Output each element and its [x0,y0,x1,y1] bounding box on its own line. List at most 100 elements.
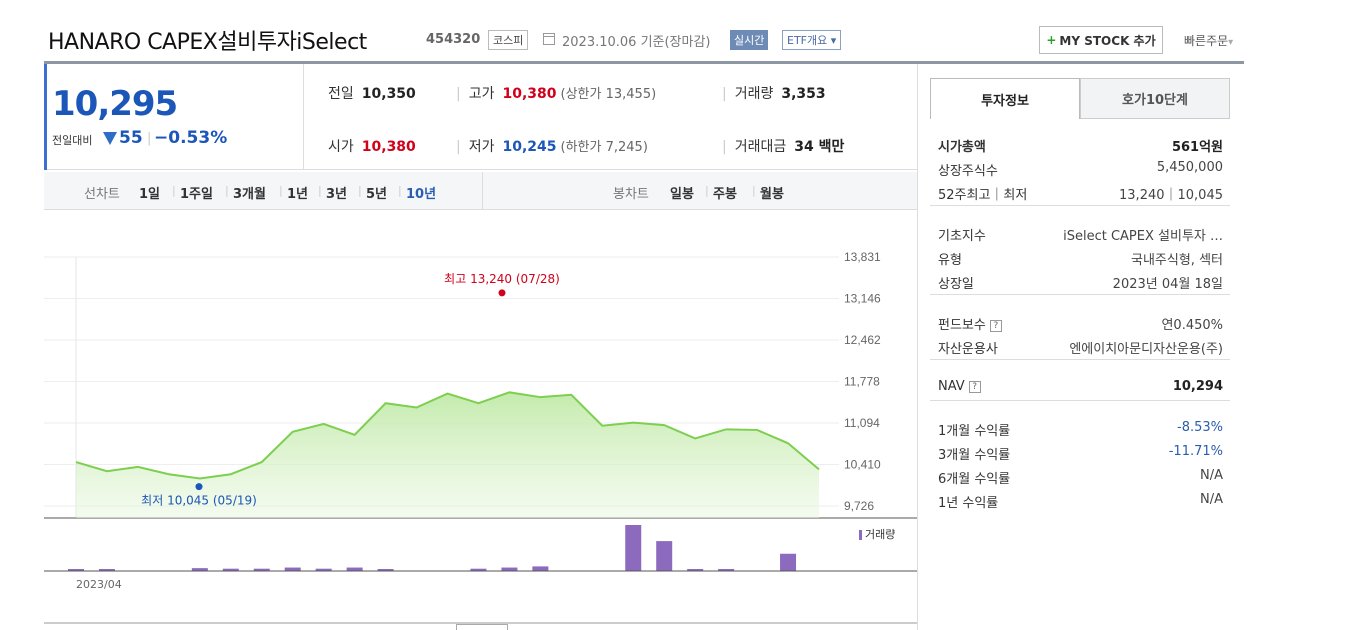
volume-bar [284,567,301,571]
info-row: 1년 수익률 N/A [938,492,1223,511]
etf-overview-button[interactable]: ETF개요 ▾ [782,30,842,50]
high-annotation: 최고 13,240 (07/28) [444,272,560,286]
info-row: 52주최고｜최저 13,240｜10,045 [938,184,1223,203]
price-stats: 전일 10,350 | 고가 10,380 (상한가 13,455) | 거래량 3,353… [304,64,917,170]
info-value: -11.71% [1168,444,1223,459]
add-mystock-button[interactable]: + MY STOCK 추가 [1039,26,1163,54]
price-summary: 10,295 전일대비 55 | −0.53% [44,64,304,170]
etf-code: 454320 [426,32,481,47]
info-label: 시가총액 [938,140,986,155]
period-separator: | [279,184,283,197]
section-divider [930,294,1230,295]
stat-prev-close: 전일 10,350 [328,83,416,103]
volume-bar [501,567,518,571]
tab-investment-info[interactable]: 투자정보 [930,78,1080,119]
stat-low: | 저가 10,245 (하한가 7,245) [456,139,648,155]
period-tab[interactable]: 3년 [326,183,347,202]
candle-period-tab[interactable]: 주봉 [713,183,737,202]
chevron-down-icon: ▾ [830,34,837,47]
info-row: 6개월 수익률 N/A [938,468,1223,487]
info-value: N/A [1200,492,1223,507]
stat-volume: | 거래량 3,353 [722,86,826,102]
stat-value: 10,350 [361,86,416,102]
info-label: 52주최고｜최저 [938,188,1028,203]
info-row: 3개월 수익률 -11.71% [938,444,1223,463]
info-label: 펀드보수? [938,314,1002,333]
info-label: 기초지수 [938,229,986,244]
volume-bar [625,525,642,571]
info-value: 2023년 04월 18일 [1112,277,1223,292]
period-separator: | [172,184,176,197]
x-axis-label: 2023/04 [76,578,122,591]
line-chart-label: 선차트 [84,187,120,202]
volume-bar [532,566,549,571]
tab-order-book[interactable]: 호가10단계 [1080,78,1230,119]
period-divider [482,172,483,210]
info-value: 13,240｜10,045 [1119,188,1223,203]
info-value: -8.53% [1177,420,1223,435]
candle-period-tab[interactable]: 일봉 [670,183,694,202]
section-divider [930,400,1230,401]
stat-trade-value: | 거래대금 34 백만 [722,139,845,155]
info-label: 6개월 수익률 [938,472,1011,487]
header: HANARO CAPEX설비투자iSelect 454320 코스피 2023.… [0,0,1346,62]
stat-open: 시가 10,380 [328,136,416,156]
period-tab[interactable]: 3개월 [233,183,266,202]
change-rate: −0.53% [154,128,228,148]
info-label: 자산운용사 [938,342,998,357]
info-row: 유형 국내주식형, 섹터 [938,249,1223,268]
calendar-icon [543,33,555,45]
down-arrow-icon [103,132,117,145]
info-label: 1년 수익률 [938,496,999,511]
info-label: 3개월 수익률 [938,448,1011,463]
volume-bar [656,541,673,571]
period-separator: | [398,184,402,197]
info-label: 유형 [938,253,962,268]
stat-value: 10,380 [361,139,416,155]
quick-order-button[interactable]: 빠른주문▾ [1184,32,1233,49]
y-tick-label: 12,462 [844,333,881,347]
realtime-badge[interactable]: 실시간 [730,30,769,50]
y-tick-label: 13,146 [844,292,881,306]
etf-overview-label: ETF개요 [787,34,828,47]
price-chart[interactable]: 13,831 13,146 12,462 11,778 11,094 10,410 9,72… [44,210,917,630]
info-row: 기초지수 iSelect CAPEX 설비투자 … [938,225,1223,244]
info-label: 상장일 [938,277,974,292]
candle-chart-label: 봉차트 [613,187,649,202]
help-icon[interactable]: ? [968,380,981,393]
info-row: 펀드보수? 연0.450% [938,314,1223,333]
period-tab[interactable]: 10년 [406,183,436,202]
chart-scroll-handle[interactable] [456,624,508,630]
period-tab[interactable]: 1일 [139,183,160,202]
change-separator: | [147,131,152,146]
volume-bar [780,553,797,571]
info-value: 엔에이치아문디자산운용(주) [1069,342,1223,357]
upper-limit: (상한가 13,455) [560,87,657,102]
market-badge: 코스피 [488,30,529,50]
period-tab[interactable]: 5년 [366,183,387,202]
info-label: 1개월 수익률 [938,424,1011,439]
plus-icon: + [1046,33,1057,47]
current-price: 10,295 [52,84,178,124]
high-marker [498,289,506,297]
help-icon[interactable]: ? [989,319,1002,332]
stat-high: | 고가 10,380 (상한가 13,455) [456,86,657,102]
period-tab[interactable]: 1년 [287,183,308,202]
period-separator: | [358,184,362,197]
info-label: 상장주식수 [938,164,998,179]
info-row: 상장일 2023년 04월 18일 [938,273,1223,292]
info-row: 시가총액 561억원 [938,136,1223,155]
volume-legend: 거래량 [859,526,895,542]
info-row: 상장주식수 5,450,000 [938,160,1223,179]
period-separator: | [705,184,709,197]
side-tabs: 투자정보 호가10단계 [930,78,1230,119]
info-row: NAV? 10,294 [938,379,1223,394]
y-tick-label: 13,831 [844,250,881,264]
stat-label: 저가 [468,139,495,155]
stat-label: 시가 [328,139,354,155]
quick-order-label: 빠른주문 [1184,34,1229,48]
base-date: 2023.10.06 기준(장마감) [562,35,711,50]
stat-value: 10,380 [502,86,557,102]
candle-period-tab[interactable]: 월봉 [760,183,784,202]
period-tab[interactable]: 1주일 [180,183,213,202]
